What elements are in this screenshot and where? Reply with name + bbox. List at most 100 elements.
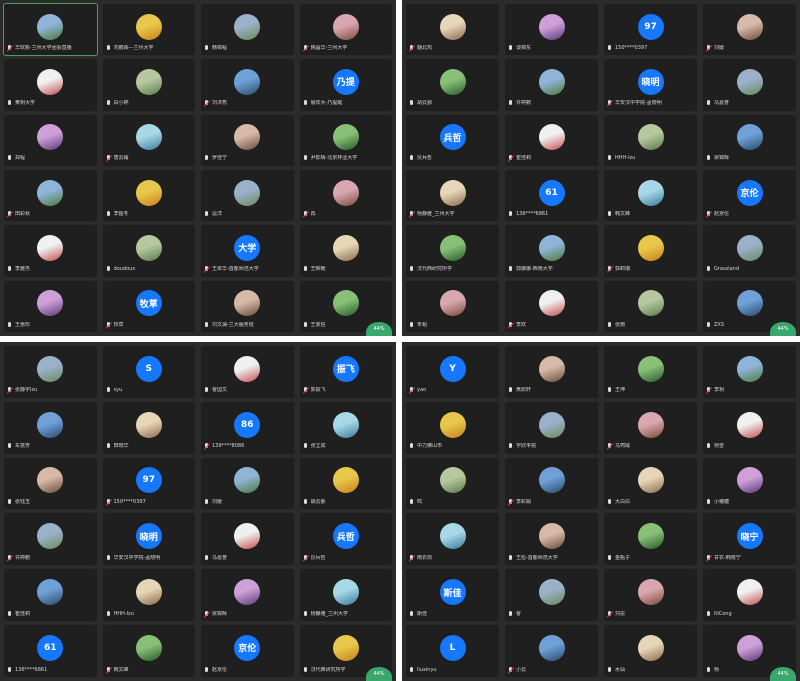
participant-tile[interactable]: 马嘉誉 xyxy=(703,59,796,111)
participant-tile[interactable]: 牧草 牧草 xyxy=(102,280,195,332)
participant-tile[interactable]: 曹国文 xyxy=(201,346,294,398)
participant-tile[interactable]: 曹 xyxy=(505,569,598,622)
participant-tile[interactable]: 中力佛山市 xyxy=(406,401,499,454)
participant-tile[interactable]: 86 139****8086 xyxy=(201,401,294,454)
participant-tile[interactable]: 杨雪 xyxy=(703,401,796,454)
participant-tile[interactable]: 郭莉瑞 xyxy=(604,225,697,277)
participant-tile[interactable]: HHH-Izu xyxy=(604,114,697,166)
participant-tile[interactable]: 97 150****0397 xyxy=(604,4,697,56)
network-badge[interactable]: 44% xyxy=(770,667,796,681)
participant-tile[interactable]: 金瓶子 xyxy=(604,513,697,566)
participant-tile[interactable]: 许婷鹏 xyxy=(4,513,97,566)
participant-tile[interactable]: 车慧芳 xyxy=(4,401,97,454)
participant-tile[interactable]: 胡云鄞 xyxy=(299,457,392,510)
participant-tile[interactable]: 刘鹏霖—兰州大学 xyxy=(102,4,195,56)
participant-tile[interactable]: 崔佳莉 xyxy=(4,569,97,622)
participant-tile[interactable]: 华欢新·兰州大学团会直播 xyxy=(3,2,98,57)
participant-tile[interactable]: 小猪糖 xyxy=(703,457,796,510)
participant-tile[interactable]: 李彩娟 xyxy=(505,457,598,510)
participant-tile[interactable]: ltlCong xyxy=(703,569,796,622)
participant-tile[interactable]: 黄玥大学 xyxy=(4,59,97,111)
participant-tile[interactable]: 田彩秋 xyxy=(4,169,97,222)
participant-name: HHH-Izu xyxy=(615,155,636,162)
participant-tile[interactable]: 刘媛 xyxy=(703,4,796,56)
participant-tile[interactable]: 晓明 华安汉中学院-孟晓明 xyxy=(102,513,195,566)
participant-tile[interactable]: 唐云霜 xyxy=(102,114,195,166)
participant-tile[interactable]: 兵哲 仪兵哲 xyxy=(406,114,499,166)
participant-tile[interactable]: 刘文澜-兰大服务班 xyxy=(201,280,294,332)
participant-tile[interactable]: 再 xyxy=(299,169,392,222)
participant-tile[interactable]: 李雅杰 xyxy=(4,225,97,277)
microphone-icon xyxy=(302,321,309,329)
participant-tile[interactable]: 王惠珍 xyxy=(4,280,97,332)
participant-tile[interactable]: 李玥 xyxy=(703,346,796,398)
participant-tile[interactable]: 白小婷 xyxy=(102,59,195,111)
participant-tile[interactable]: 张立成 xyxy=(299,401,392,454)
participant-tile[interactable]: 杨静雅_兰州大学 xyxy=(406,169,499,222)
participant-tile[interactable]: 京伦 赵京伦 xyxy=(703,169,796,222)
participant-tile[interactable]: 韩文峰 xyxy=(102,625,195,677)
participant-tile[interactable]: 郭娜娜-西南大学 xyxy=(505,225,598,277)
participant-tile[interactable]: 张雨 xyxy=(604,280,697,332)
participant-tile[interactable]: 雨衣剑 xyxy=(406,513,499,566)
participant-tile[interactable]: HHH-Izu xyxy=(102,569,195,622)
participant-tile[interactable]: 郑程 xyxy=(4,114,97,166)
participant-tile[interactable]: 张静宇lzu xyxy=(4,346,97,398)
participant-tile[interactable]: 刘思 xyxy=(604,569,697,622)
participant-tile[interactable]: 马珂威 xyxy=(604,401,697,454)
participant-tile[interactable]: 61 136****6861 xyxy=(4,625,97,677)
participant-tile[interactable]: 61 136****6861 xyxy=(505,169,598,222)
participant-tile[interactable]: 晓宁 甘农-韩晓宁 xyxy=(703,513,796,566)
network-badge[interactable]: 44% xyxy=(770,322,796,336)
participant-tile[interactable]: 梁锦辉 xyxy=(201,569,294,622)
participant-tile[interactable]: 斯佳 斯佳 xyxy=(406,569,499,622)
participant-tile[interactable]: 乃提 晨欢大-乃提醒 xyxy=(299,59,392,111)
participant-tile[interactable]: 韩锦程 xyxy=(201,4,294,56)
name-bar: 150****0397 xyxy=(105,497,194,507)
participant-tile[interactable]: 杨静雅_兰州大学 xyxy=(299,569,392,622)
participant-tile[interactable]: 崔佳莉 xyxy=(505,114,598,166)
participant-tile[interactable]: 刘沐秀 xyxy=(201,59,294,111)
network-badge[interactable]: 44% xyxy=(366,322,392,336)
participant-tile[interactable]: 朱韬 xyxy=(406,280,499,332)
participant-tile[interactable]: 宇欣韦铭 xyxy=(505,401,598,454)
participant-tile[interactable]: 胡云鄞 xyxy=(406,59,499,111)
participant-tile[interactable]: doudoux xyxy=(102,225,195,277)
participant-name: 150****0397 xyxy=(113,498,146,505)
participant-tile[interactable]: 黄启轩 xyxy=(505,346,598,398)
participant-tile[interactable]: 王映暖 xyxy=(299,225,392,277)
participant-tile[interactable]: 大学 王翠华-首都师范大学 xyxy=(201,225,294,277)
participant-tile[interactable]: 李韶冬 xyxy=(102,169,195,222)
participant-tile[interactable]: 水仙 xyxy=(604,625,697,677)
participant-tile[interactable]: 97 150****0397 xyxy=(102,457,195,510)
participant-tile[interactable]: 梁锦辉 xyxy=(703,114,796,166)
participant-tile[interactable]: 小云 xyxy=(505,625,598,677)
participant-tile[interactable]: 京伦 赵京伦 xyxy=(201,625,294,677)
participant-tile[interactable]: Lliuxinyu xyxy=(406,625,499,677)
participant-tile[interactable]: 韩晶华-兰州大学 xyxy=(299,4,392,56)
participant-tile[interactable]: 田晓华 xyxy=(102,401,195,454)
network-badge[interactable]: 44% xyxy=(366,667,392,681)
participant-tile[interactable]: 鸣 xyxy=(406,457,499,510)
participant-tile[interactable]: Yyao xyxy=(406,346,499,398)
participant-tile[interactable]: 尹影晴-北京林业大学 xyxy=(299,114,392,166)
participant-tile[interactable]: 马嘉誉 xyxy=(201,513,294,566)
participant-tile[interactable]: 韩文峰 xyxy=(604,169,697,222)
participant-tile[interactable]: 刘媛 xyxy=(201,457,294,510)
participant-tile[interactable]: 大白白 xyxy=(604,457,697,510)
participant-tile[interactable]: 罗佳宁 xyxy=(201,114,294,166)
participant-tile[interactable]: 王彪-首都师范大学 xyxy=(505,513,598,566)
participant-tile[interactable]: 张钰玉 xyxy=(4,457,97,510)
participant-tile[interactable]: 逗洋 xyxy=(201,169,294,222)
participant-tile[interactable]: Grassland xyxy=(703,225,796,277)
participant-tile[interactable]: 晓明 华安汉中学院-孟晓明 xyxy=(604,59,697,111)
participant-tile[interactable]: 李欢 xyxy=(505,280,598,332)
participant-tile[interactable]: 翻北鸡 xyxy=(406,4,499,56)
participant-tile[interactable]: 汉代西研究所学 xyxy=(406,225,499,277)
participant-tile[interactable]: 许婷鹏 xyxy=(505,59,598,111)
participant-tile[interactable]: Ssyu xyxy=(102,346,195,398)
participant-tile[interactable]: 谈锦东 xyxy=(505,4,598,56)
participant-tile[interactable]: 王坤 xyxy=(604,346,697,398)
participant-tile[interactable]: 兵哲 仪兵哲 xyxy=(299,513,392,566)
participant-tile[interactable]: 振飞 郭振飞 xyxy=(299,346,392,398)
